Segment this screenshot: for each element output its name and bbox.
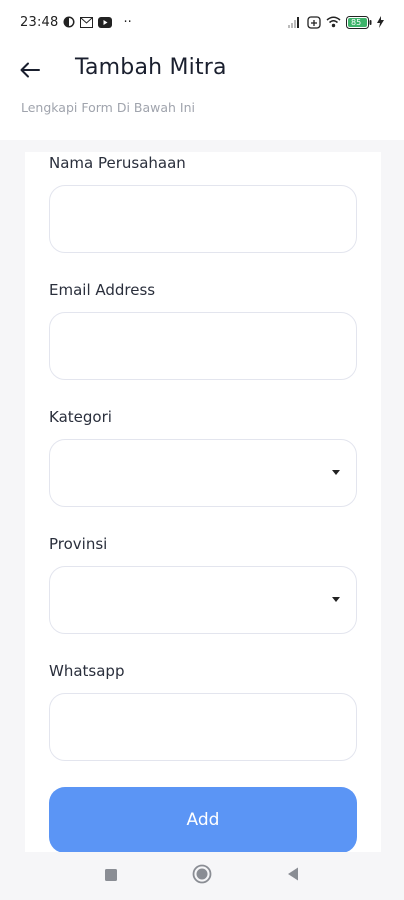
email-input[interactable] (50, 313, 356, 379)
youtube-icon (98, 16, 113, 28)
status-bar: 23:48 ·· 85 (0, 0, 404, 44)
battery-level: 85 (351, 17, 362, 27)
email-field-box (49, 312, 357, 380)
add-button[interactable]: Add (49, 787, 357, 853)
whatsapp-field-box (49, 693, 357, 761)
company-name-label: Nama Perusahaan (49, 154, 186, 172)
header: Tambah Mitra Lengkapi Form Di Bawah Ini (0, 44, 404, 140)
charging-icon (377, 16, 384, 28)
page-subtitle: Lengkapi Form Di Bawah Ini (21, 100, 195, 115)
system-nav-bar (0, 852, 404, 900)
province-label: Provinsi (49, 535, 108, 553)
form-card: Nama Perusahaan Email Address Kategori P… (25, 152, 381, 853)
wifi-icon (326, 16, 341, 28)
triangle-back-icon (286, 866, 300, 886)
signal-icon (288, 16, 302, 28)
status-time: 23:48 (20, 14, 59, 30)
status-dots: ·· (123, 14, 132, 30)
dropdown-arrow-icon (332, 597, 340, 602)
recents-button[interactable] (101, 866, 121, 886)
home-button[interactable] (192, 864, 212, 888)
square-icon (104, 867, 118, 886)
category-dropdown[interactable] (49, 439, 357, 507)
category-label: Kategori (49, 408, 112, 426)
network-icon (307, 15, 321, 29)
company-name-input[interactable] (50, 186, 356, 252)
status-left: 23:48 ·· (20, 15, 132, 30)
app-notification-icon (63, 16, 75, 28)
back-button[interactable] (14, 56, 46, 88)
whatsapp-input[interactable] (50, 694, 356, 760)
arrow-left-icon (20, 62, 40, 82)
status-right: 85 (288, 15, 384, 29)
mail-icon (80, 16, 94, 28)
page-title: Tambah Mitra (75, 55, 227, 80)
whatsapp-label: Whatsapp (49, 662, 125, 680)
company-name-field-box (49, 185, 357, 253)
dropdown-arrow-icon (332, 470, 340, 475)
battery-icon: 85 (346, 15, 372, 29)
email-label: Email Address (49, 281, 156, 299)
province-dropdown[interactable] (49, 566, 357, 634)
circle-icon (192, 864, 212, 888)
back-nav-button[interactable] (283, 866, 303, 886)
